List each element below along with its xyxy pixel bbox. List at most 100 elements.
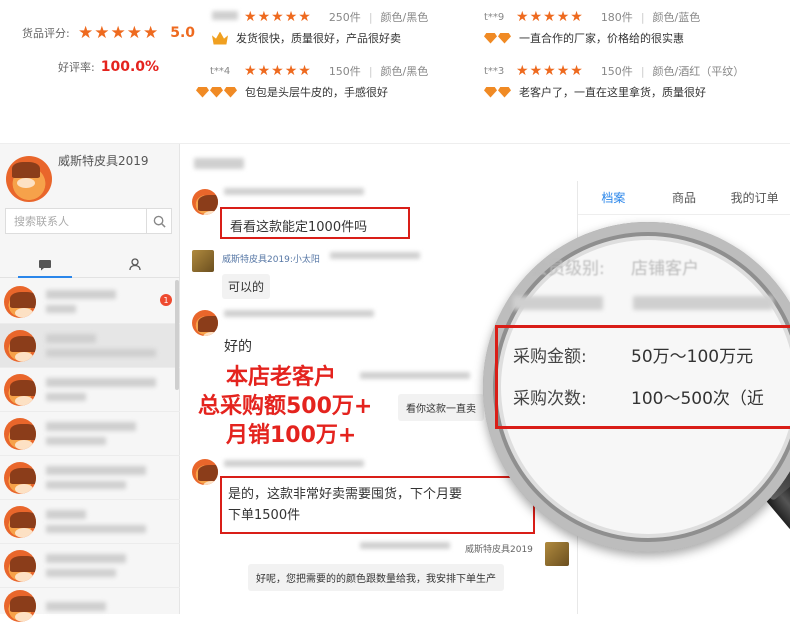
star-icon: ★ [556,63,570,79]
score-stars: ★ ★ ★ ★ ★ [78,22,159,43]
avatar [4,417,36,450]
tab-profile[interactable]: 档案 [578,181,649,214]
review-item: t**4 ★ ★ ★ ★ ★ 150件 | 颜色/黑色 包包是头层牛皮的，手感很好 [196,62,461,100]
list-item[interactable] [0,456,180,500]
avatar [4,329,36,362]
star-icon: ★ [271,9,284,25]
shop-profile: 威斯特皮具2019 [0,144,179,204]
tab-recent-chats[interactable] [0,252,90,278]
avatar [192,250,214,272]
goods-score-label: 货品评分: [22,27,70,40]
contact-sidebar: 威斯特皮具2019 1 [0,144,180,622]
avatar [4,590,36,622]
shop-name: 威斯特皮具2019 [58,154,149,168]
review-user: t**9 [484,11,505,23]
member-level-value: 店铺客户 [631,259,699,279]
message-sender: 威斯特皮具2019:小太阳 [222,255,320,265]
review-stars: ★ ★ ★ ★ ★ [516,10,583,24]
list-item[interactable] [0,544,180,588]
avatar [4,549,36,582]
avatar [4,373,36,406]
purchase-amount-value: 50万～100万元 [631,347,754,367]
review-stars: ★ ★ ★ ★ ★ [516,64,583,78]
sidebar-tabs [0,252,180,278]
star-icon: ★ [110,22,126,43]
message-bubble: 可以的 [222,274,271,299]
review-user: t**3 [484,65,505,77]
tab-products[interactable]: 商品 [649,181,720,214]
star-icon: ★ [244,63,257,79]
purchase-count-label: 采购次数: [513,389,587,409]
contact-scrollbar[interactable] [175,280,179,390]
tab-contacts[interactable] [90,252,180,277]
review-color: 颜色/黑色 [380,11,429,24]
star-icon: ★ [284,9,298,25]
star-icon: ★ [543,63,556,79]
star-icon: ★ [556,9,570,25]
message-time [360,542,450,552]
annotation-line: 本店老客户 [226,365,337,390]
message-meta [224,188,364,198]
message-meta [224,310,374,320]
promo-annotation: 本店老客户 总采购额500万+ 月销100万+ [198,363,372,450]
message-meta [224,460,364,470]
message-time [330,252,420,262]
star-icon: ★ [143,22,159,43]
review-item: ★ ★ ★ ★ ★ 250件 | 颜色/黑色 发货很快，质量很好，产品很好卖 [212,8,477,46]
list-item[interactable]: 1 [0,280,180,324]
avatar [192,459,218,485]
star-icon: ★ [298,9,311,25]
member-level-label: 会员级别: [531,259,605,279]
avatar [192,189,218,215]
goods-score-row: 货品评分: ★ ★ ★ ★ ★ 5.0 [22,22,202,44]
purchase-count-value: 100～500次（近 [631,389,764,409]
info-tabs: 档案 商品 我的订单 [578,181,790,215]
list-item[interactable] [0,500,180,544]
list-item[interactable] [0,368,180,412]
review-qty: 150件 [328,65,361,78]
star-icon: ★ [257,63,271,79]
message-meta [360,372,470,382]
review-user: t**4 [210,65,231,77]
good-rate-row: 好评率: 100.0% [22,56,202,78]
star-icon: ★ [529,9,543,25]
avatar[interactable] [6,156,52,202]
review-color: 颜色/酒红（平纹） [652,65,745,78]
review-stars: ★ ★ ★ ★ ★ [244,10,311,24]
diamond-icon [484,32,511,44]
tab-my-orders[interactable]: 我的订单 [719,181,790,214]
star-icon: ★ [257,9,271,25]
list-item[interactable] [0,588,180,624]
goods-score-value: 5.0 [170,25,196,41]
avatar [4,505,36,538]
annotation-line: 总采购额500万+ [198,394,373,419]
search-input[interactable] [6,209,146,233]
conversation-title [194,154,244,173]
review-text: 一直合作的厂家，价格给的很实惠 [519,32,684,45]
review-item: t**3 ★ ★ ★ ★ ★ 150件 | 颜色/酒红（平纹） 老客户了，一直在这里拿货… [484,63,745,99]
good-rate-label: 好评率: [58,61,95,74]
highlight-box [495,325,790,429]
chat-bubble-icon [39,259,51,270]
star-icon: ★ [284,63,298,79]
message-bubble: 好的 [224,339,252,355]
star-icon: ★ [529,63,543,79]
star-icon: ★ [516,9,529,25]
message-bubble: 看你这款一直卖 [398,394,484,421]
magnifier-lens: 会员级别: 店铺客户 采购金额: 50万～100万元 采购次数: 100～500… [483,222,790,552]
star-icon: ★ [543,9,556,25]
review-user [212,11,244,23]
review-qty: 250件 [328,11,361,24]
contact-search [5,208,172,234]
list-item[interactable] [0,412,180,456]
search-icon[interactable] [146,209,171,233]
star-icon: ★ [570,9,583,25]
crown-icon [212,31,228,45]
unread-badge: 1 [160,294,172,306]
list-item[interactable] [0,324,180,368]
star-icon: ★ [516,63,529,79]
message-bubble: 好呢，您把需要的的颜色跟数量给我，我安排下单生产 [248,564,504,591]
star-icon: ★ [298,63,311,79]
review-color: 颜色/黑色 [380,65,429,78]
good-rate-value: 100.0% [100,59,160,75]
